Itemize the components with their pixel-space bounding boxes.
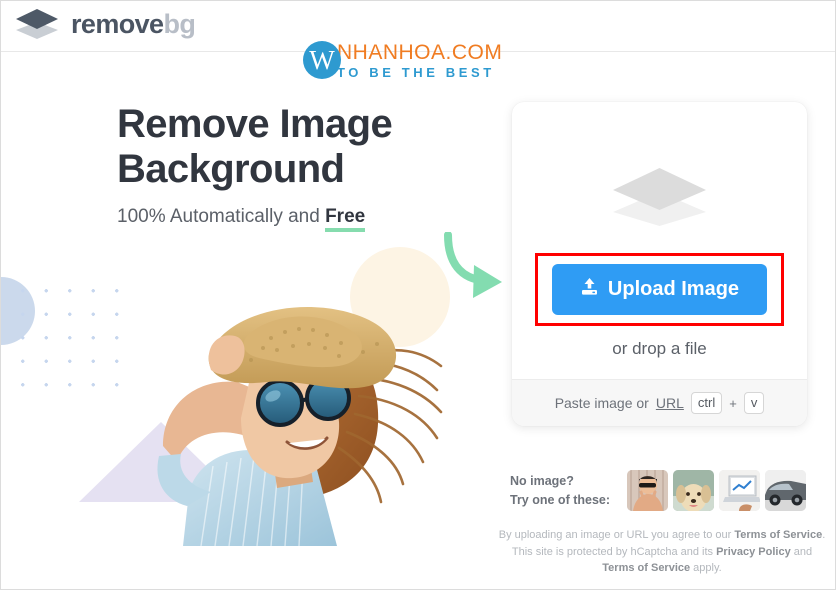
brand-text-secondary: bg [163,9,196,39]
legal-line3-suffix: apply. [690,562,722,575]
nhanhoa-tagline: TO BE THE BEST [337,64,495,80]
upload-button-label: Upload Image [607,278,740,300]
key-ctrl: ctrl [690,391,723,415]
hero-subtitle: 100% Automatically and Free [117,206,517,233]
upload-dropzone[interactable]: Upload Image or drop a file [512,102,807,379]
page-title: Remove Image Background [117,102,517,192]
sample-thumbnail-list [627,470,807,511]
stacked-layers-icon [15,8,59,41]
hero-section: Remove Image Background 100% Automatical… [117,102,517,233]
legal-line2-prefix: This site is protected by hCaptcha and i… [511,545,717,558]
legal-line-1: By uploading an image or URL you agree t… [497,527,827,544]
key-v: v [743,391,765,415]
sample-images-label: No image? Try one of these: [510,472,610,508]
sample-label-line2: Try one of these: [510,492,611,507]
legal-line2-suffix: and [790,545,813,558]
brand-wordmark: removebg [71,9,196,39]
hero-subtitle-highlight: Free [325,206,366,233]
upload-icon [580,277,599,302]
legal-disclaimer: By uploading an image or URL you agree t… [497,527,827,577]
terms-of-service-link[interactable]: Terms of Service [734,529,822,541]
hero-photo [101,286,453,546]
sample-images-section: No image? Try one of these: [510,470,810,511]
legal-line1-suffix: . [822,529,826,541]
key-plus: + [729,395,737,411]
brand-text-primary: remove [71,9,164,39]
sample-label-line1: No image? [510,474,574,489]
nhanhoa-watermark: W NHANHOA.COM TO BE THE BEST [303,41,502,79]
drop-file-text: or drop a file [612,339,707,358]
paste-row: Paste image or URL ctrl + v [512,379,807,426]
paste-url-link[interactable]: URL [656,395,684,411]
nhanhoa-text-block: NHANHOA.COM TO BE THE BEST [337,42,502,79]
paste-label: Paste image or [554,395,649,411]
nhanhoa-monogram-icon: W [303,41,341,79]
terms-of-service-link-2[interactable]: Terms of Service [602,562,690,574]
hero-title-line2: Background [117,147,345,192]
sample-laptop-thumbnail[interactable] [719,470,761,511]
upload-image-button[interactable]: Upload Image [551,264,768,315]
upload-card: Upload Image or drop a file Paste image … [512,102,807,426]
remove-bg-page: removebg W NHANHOA.COM TO BE THE BEST Re… [0,0,836,590]
hero-subtitle-prefix: 100% Automatically and [117,206,326,228]
legal-line-3: Terms of Service apply. [497,560,827,577]
legal-line1-prefix: By uploading an image or URL you agree t… [498,529,735,541]
stacked-layers-icon [611,166,708,233]
sample-dog-thumbnail[interactable] [673,470,715,511]
sample-woman-thumbnail[interactable] [627,470,669,511]
sample-car-thumbnail[interactable] [765,470,807,511]
brand-logo[interactable]: removebg [15,8,196,41]
hero-title-line1: Remove Image [117,102,393,146]
privacy-policy-link[interactable]: Privacy Policy [716,546,791,558]
legal-line-2: This site is protected by hCaptcha and i… [497,544,827,561]
nhanhoa-title: NHANHOA.COM [337,40,503,64]
upload-highlight-box: Upload Image [534,253,785,326]
